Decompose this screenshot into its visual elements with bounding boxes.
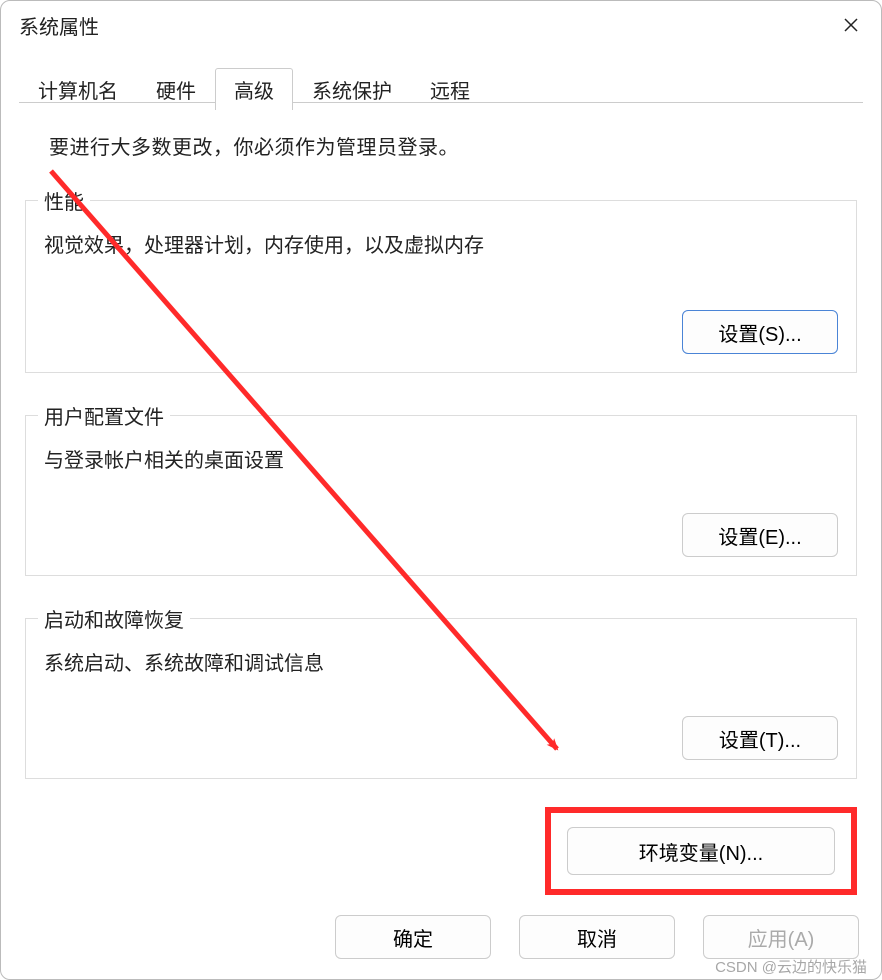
group-performance-legend: 性能 bbox=[38, 186, 90, 215]
admin-note: 要进行大多数更改，你必须作为管理员登录。 bbox=[25, 113, 857, 186]
dialog-button-row: 确定 取消 应用(A) bbox=[335, 915, 859, 959]
group-startup-recovery: 启动和故障恢复 系统启动、系统故障和调试信息 设置(T)... bbox=[25, 604, 857, 779]
performance-settings-button[interactable]: 设置(S)... bbox=[682, 310, 838, 354]
tab-advanced[interactable]: 高级 bbox=[215, 68, 293, 110]
system-properties-window: 系统属性 计算机名 硬件 高级 系统保护 远程 要进行大多数更改，你必须作为管理… bbox=[0, 0, 882, 980]
apply-button[interactable]: 应用(A) bbox=[703, 915, 859, 959]
group-user-profiles-desc: 与登录帐户相关的桌面设置 bbox=[26, 430, 856, 473]
group-user-profiles: 用户配置文件 与登录帐户相关的桌面设置 设置(E)... bbox=[25, 401, 857, 576]
startup-recovery-settings-button[interactable]: 设置(T)... bbox=[682, 716, 838, 760]
watermark: CSDN @云边的快乐猫 bbox=[715, 956, 867, 977]
tab-system-protection[interactable]: 系统保护 bbox=[293, 68, 411, 110]
ok-button[interactable]: 确定 bbox=[335, 915, 491, 959]
environment-variables-button[interactable]: 环境变量(N)... bbox=[567, 827, 835, 875]
tab-computer-name[interactable]: 计算机名 bbox=[19, 68, 137, 110]
window-title: 系统属性 bbox=[19, 11, 99, 40]
env-row: 环境变量(N)... bbox=[25, 807, 857, 895]
tab-hardware[interactable]: 硬件 bbox=[137, 68, 215, 110]
titlebar: 系统属性 bbox=[1, 1, 881, 49]
group-performance-desc: 视觉效果，处理器计划，内存使用，以及虚拟内存 bbox=[26, 215, 856, 258]
close-icon bbox=[843, 17, 859, 33]
tab-content: 要进行大多数更改，你必须作为管理员登录。 性能 视觉效果，处理器计划，内存使用，… bbox=[25, 113, 857, 899]
tab-strip: 计算机名 硬件 高级 系统保护 远程 bbox=[1, 49, 881, 109]
close-button[interactable] bbox=[829, 7, 873, 43]
cancel-button[interactable]: 取消 bbox=[519, 915, 675, 959]
user-profiles-settings-button[interactable]: 设置(E)... bbox=[682, 513, 838, 557]
group-startup-recovery-desc: 系统启动、系统故障和调试信息 bbox=[26, 633, 856, 676]
group-user-profiles-legend: 用户配置文件 bbox=[38, 401, 170, 430]
env-highlight-box: 环境变量(N)... bbox=[545, 807, 857, 895]
tab-remote[interactable]: 远程 bbox=[411, 68, 489, 110]
group-startup-recovery-legend: 启动和故障恢复 bbox=[38, 604, 190, 633]
group-performance: 性能 视觉效果，处理器计划，内存使用，以及虚拟内存 设置(S)... bbox=[25, 186, 857, 373]
tab-underline bbox=[19, 102, 863, 103]
